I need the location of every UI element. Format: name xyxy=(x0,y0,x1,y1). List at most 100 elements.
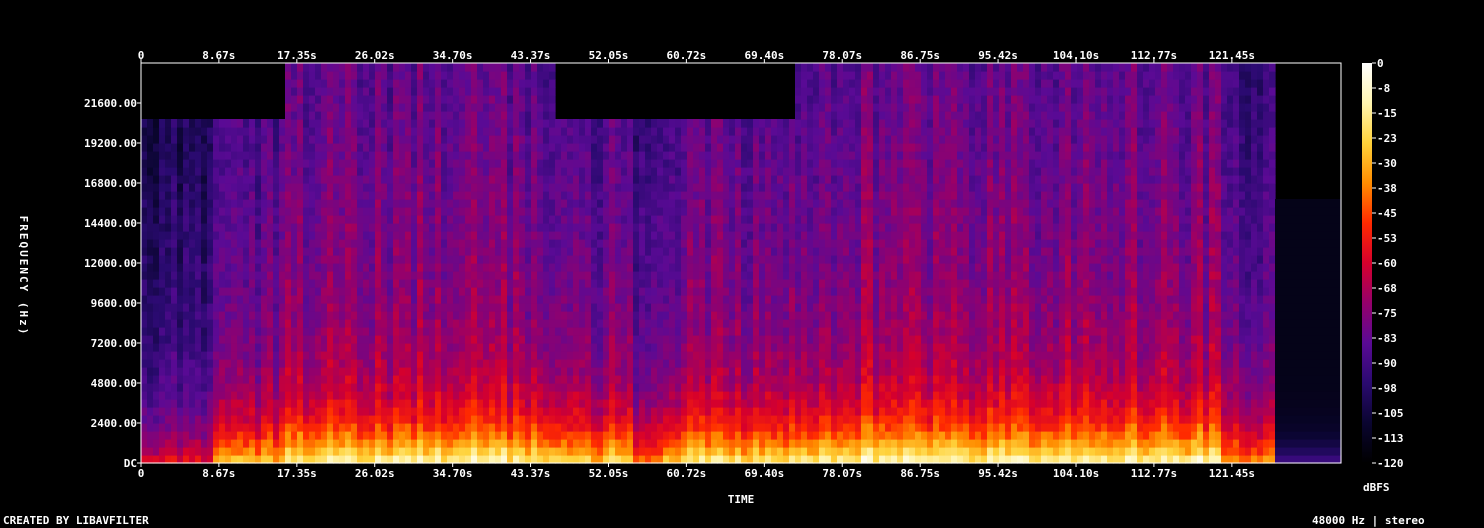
heatmap-cell xyxy=(507,359,514,368)
heatmap-cell xyxy=(723,351,730,360)
heatmap-cell xyxy=(705,399,712,408)
heatmap-cell xyxy=(159,167,166,176)
heatmap-cell xyxy=(267,215,274,224)
heatmap-cell xyxy=(723,231,730,240)
heatmap-cell xyxy=(705,311,712,320)
heatmap-cell xyxy=(465,423,472,432)
heatmap-cell xyxy=(477,351,484,360)
heatmap-cell xyxy=(705,247,712,256)
heatmap-cell xyxy=(231,207,238,216)
heatmap-cell xyxy=(705,207,712,216)
heatmap-cell xyxy=(675,279,682,288)
heatmap-cell xyxy=(267,431,274,440)
heatmap-cell xyxy=(675,167,682,176)
heatmap-cell xyxy=(387,255,394,264)
heatmap-cell xyxy=(759,183,766,192)
heatmap-cell xyxy=(159,343,166,352)
heatmap-cell xyxy=(303,423,310,432)
heatmap-cell xyxy=(141,367,148,376)
heatmap-cell xyxy=(567,367,574,376)
heatmap-cell xyxy=(441,263,448,272)
heatmap-cell xyxy=(555,415,562,424)
heatmap-cell xyxy=(291,71,298,80)
heatmap-cell xyxy=(645,119,652,128)
heatmap-cell xyxy=(729,239,736,248)
heatmap-cell xyxy=(741,335,748,344)
heatmap-cell xyxy=(165,167,172,176)
heatmap-cell xyxy=(201,447,208,456)
heatmap-cell xyxy=(141,231,148,240)
heatmap-cell xyxy=(729,383,736,392)
heatmap-cell xyxy=(363,351,370,360)
heatmap-cell xyxy=(351,407,358,416)
heatmap-cell xyxy=(585,135,592,144)
heatmap-cell xyxy=(345,279,352,288)
heatmap-cell xyxy=(429,391,436,400)
heatmap-cell xyxy=(645,135,652,144)
heatmap-cell xyxy=(333,167,340,176)
heatmap-cell xyxy=(621,311,628,320)
heatmap-cell xyxy=(357,95,364,104)
heatmap-cell xyxy=(633,375,640,384)
heatmap-cell xyxy=(753,351,760,360)
heatmap-cell xyxy=(585,447,592,456)
heatmap-cell xyxy=(777,175,784,184)
heatmap-cell xyxy=(753,271,760,280)
heatmap-cell xyxy=(423,327,430,336)
heatmap-cell xyxy=(573,127,580,136)
heatmap-cell xyxy=(417,175,424,184)
heatmap-cell xyxy=(393,359,400,368)
heatmap-cell xyxy=(429,127,436,136)
heatmap-cell xyxy=(177,287,184,296)
heatmap-cell xyxy=(279,215,286,224)
heatmap-cell xyxy=(177,207,184,216)
heatmap-cell xyxy=(669,303,676,312)
heatmap-cell xyxy=(645,391,652,400)
heatmap-cell xyxy=(513,199,520,208)
heatmap-cell xyxy=(513,415,520,424)
heatmap-cell xyxy=(195,367,202,376)
heatmap-cell xyxy=(573,231,580,240)
heatmap-cell xyxy=(171,279,178,288)
heatmap-cell xyxy=(555,247,562,256)
heatmap-cell xyxy=(447,135,454,144)
heatmap-cell xyxy=(273,439,280,448)
heatmap-cell xyxy=(357,167,364,176)
heatmap-cell xyxy=(777,183,784,192)
heatmap-cell xyxy=(357,279,364,288)
heatmap-cell xyxy=(183,311,190,320)
heatmap-cell xyxy=(273,143,280,152)
heatmap-cell xyxy=(783,359,790,368)
heatmap-cell xyxy=(345,215,352,224)
heatmap-cell xyxy=(183,303,190,312)
heatmap-cell xyxy=(333,175,340,184)
heatmap-cell xyxy=(351,135,358,144)
heatmap-cell xyxy=(621,119,628,128)
heatmap-cell xyxy=(555,223,562,232)
heatmap-cell xyxy=(723,399,730,408)
heatmap-cell xyxy=(249,199,256,208)
heatmap-cell xyxy=(171,335,178,344)
heatmap-cell xyxy=(195,223,202,232)
heatmap-cell xyxy=(159,199,166,208)
heatmap-cell xyxy=(621,415,628,424)
heatmap-cell xyxy=(441,63,448,72)
heatmap-cell xyxy=(303,103,310,112)
heatmap-cell xyxy=(615,175,622,184)
heatmap-cell xyxy=(771,127,778,136)
heatmap-cell xyxy=(663,415,670,424)
heatmap-cell xyxy=(189,407,196,416)
heatmap-cell xyxy=(321,87,328,96)
heatmap-cell xyxy=(609,175,616,184)
heatmap-cell xyxy=(519,239,526,248)
heatmap-cell xyxy=(645,447,652,456)
heatmap-cell xyxy=(585,191,592,200)
heatmap-cell xyxy=(567,127,574,136)
heatmap-cell xyxy=(219,391,226,400)
heatmap-cell xyxy=(645,159,652,168)
heatmap-cell xyxy=(717,151,724,160)
heatmap-cell xyxy=(591,175,598,184)
heatmap-cell xyxy=(609,431,616,440)
heatmap-cell xyxy=(573,415,580,424)
heatmap-cell xyxy=(471,191,478,200)
